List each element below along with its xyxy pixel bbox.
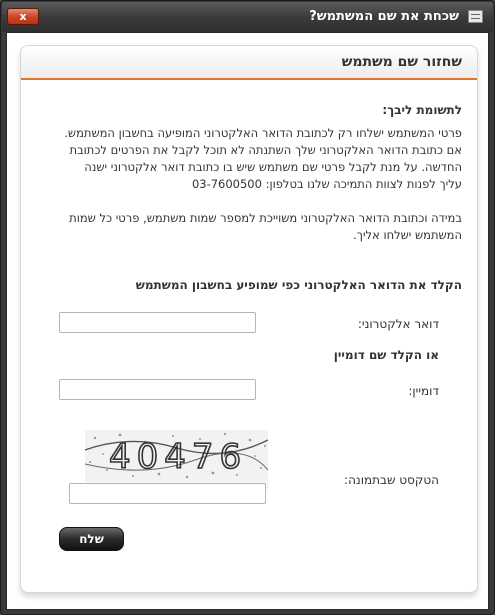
attention-paragraph-1: פרטי המשתמש ישלחו רק לכתובת הדואר האלקטר… bbox=[64, 126, 462, 191]
captcha-image: 40476 bbox=[84, 430, 269, 490]
title-bar[interactable]: x שכחת את שם המשתמש? bbox=[2, 2, 493, 32]
close-button[interactable]: x bbox=[7, 8, 39, 25]
attention-paragraph-2: במידה וכתובת הדואר האלקטרוני משוייכת למס… bbox=[69, 211, 462, 242]
email-label: דואר אלקטרוני: bbox=[357, 317, 439, 331]
window-title: שכחת את שם המשתמש? bbox=[309, 9, 459, 24]
content-area: שחזור שם משתמש לתשומת ליבך: פרטי המשתמש … bbox=[6, 32, 489, 610]
document-icon bbox=[468, 10, 483, 23]
captcha-label: הטקסט שבתמונה: bbox=[344, 473, 439, 487]
captcha-field[interactable] bbox=[69, 483, 266, 504]
close-icon: x bbox=[19, 10, 27, 23]
recover-username-panel: שחזור שם משתמש לתשומת ליבך: פרטי המשתמש … bbox=[20, 45, 478, 593]
domain-label: דומיין: bbox=[408, 384, 439, 398]
captcha-svg: 40476 bbox=[84, 430, 269, 482]
panel-header: שחזור שם משתמש bbox=[21, 46, 477, 80]
email-field[interactable] bbox=[59, 312, 256, 333]
panel-title: שחזור שם משתמש bbox=[341, 54, 462, 70]
domain-field[interactable] bbox=[59, 379, 256, 400]
attention-title: לתשומת ליבך: bbox=[382, 103, 462, 117]
send-button[interactable]: שלח bbox=[59, 527, 124, 551]
domain-section-title: או הקלד שם דומיין bbox=[333, 348, 439, 362]
dialog-window: x שכחת את שם המשתמש? שחזור שם משתמש לתשו… bbox=[0, 0, 495, 615]
attention-body: פרטי המשתמש ישלחו רק לכתובת הדואר האלקטר… bbox=[62, 125, 462, 244]
captcha-text: 40476 bbox=[109, 437, 247, 477]
email-section-title: הקלד את הדואר האלקטרוני כפי שמופיע בחשבו… bbox=[135, 278, 462, 292]
